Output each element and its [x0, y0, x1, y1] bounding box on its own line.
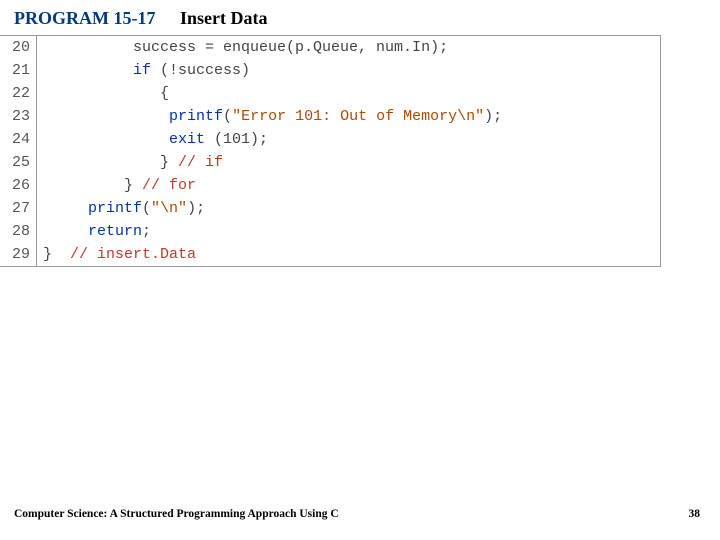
code-text: } // for — [37, 174, 196, 197]
line-number: 24 — [0, 128, 37, 151]
line-number: 25 — [0, 151, 37, 174]
code-line: 27 printf("\n"); — [0, 197, 660, 220]
code-line: 22 { — [0, 82, 660, 105]
code-text: } // if — [37, 151, 223, 174]
code-line: 25 } // if — [0, 151, 660, 174]
code-line: 23 printf("Error 101: Out of Memory\n"); — [0, 105, 660, 128]
code-text: success = enqueue(p.Queue, num.In); — [37, 36, 448, 59]
line-number: 28 — [0, 220, 37, 243]
code-line: 26 } // for — [0, 174, 660, 197]
code-text: printf("\n"); — [37, 197, 205, 220]
code-text: printf("Error 101: Out of Memory\n"); — [37, 105, 502, 128]
code-text: exit (101); — [37, 128, 268, 151]
code-line: 21 if (!success) — [0, 59, 660, 82]
code-line: 29} // insert.Data — [0, 243, 660, 266]
code-text: { — [37, 82, 169, 105]
code-text: if (!success) — [37, 59, 250, 82]
code-line: 24 exit (101); — [0, 128, 660, 151]
line-number: 22 — [0, 82, 37, 105]
program-title: Insert Data — [180, 8, 268, 28]
line-number: 29 — [0, 243, 37, 266]
code-text: } // insert.Data — [37, 243, 196, 266]
footer-page-number: 38 — [689, 508, 701, 520]
line-number: 21 — [0, 59, 37, 82]
line-number: 23 — [0, 105, 37, 128]
code-line: 28 return; — [0, 220, 660, 243]
program-label: PROGRAM 15-17 — [14, 8, 155, 28]
line-number: 27 — [0, 197, 37, 220]
line-number: 26 — [0, 174, 37, 197]
footer-book-title: Computer Science: A Structured Programmi… — [14, 508, 339, 520]
slide-footer: Computer Science: A Structured Programmi… — [14, 508, 700, 520]
slide-header: PROGRAM 15-17 Insert Data — [0, 0, 720, 35]
code-line: 20 success = enqueue(p.Queue, num.In); — [0, 36, 660, 59]
code-listing: 20 success = enqueue(p.Queue, num.In);21… — [0, 35, 661, 267]
code-text: return; — [37, 220, 151, 243]
line-number: 20 — [0, 36, 37, 59]
